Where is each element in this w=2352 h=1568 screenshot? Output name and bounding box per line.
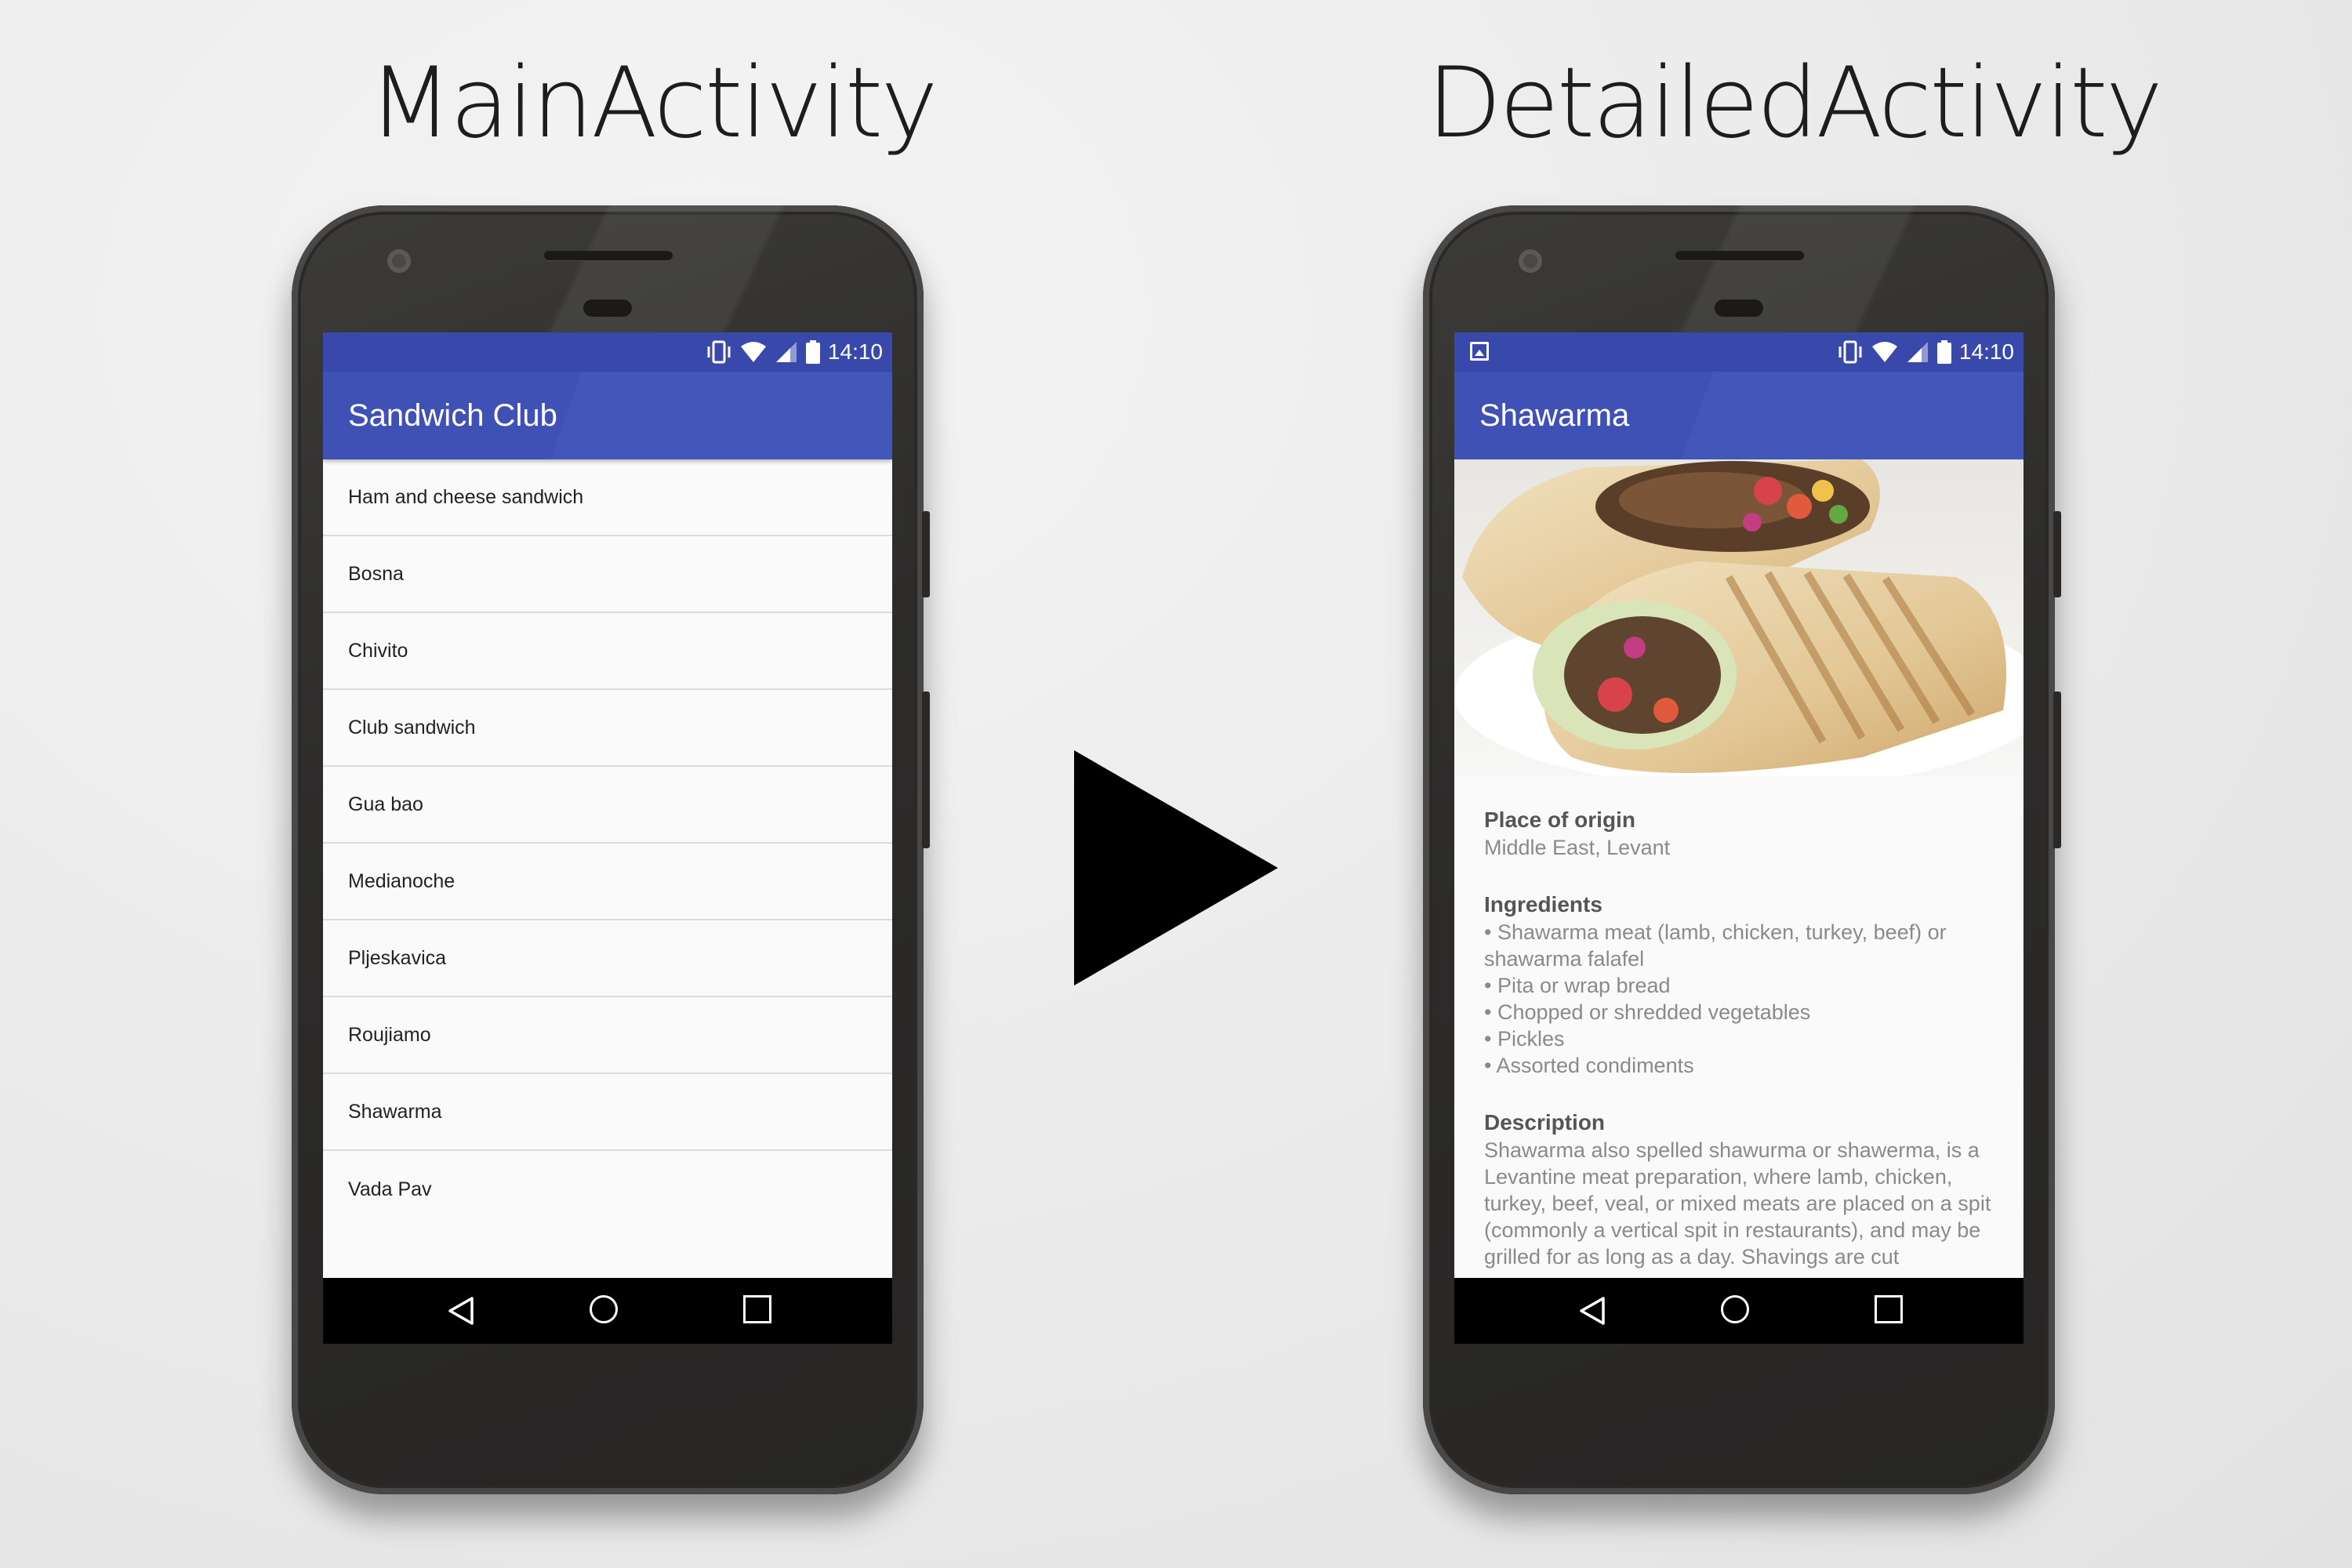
detail-content: Place of origin Middle East, Levant Ingr… bbox=[1454, 459, 2024, 1270]
navigation-bar bbox=[323, 1278, 892, 1344]
detail-title: Shawarma bbox=[1479, 398, 1630, 433]
vibrate-icon bbox=[1838, 340, 1862, 364]
list-item-label: Vada Pav bbox=[348, 1178, 432, 1200]
home-icon[interactable] bbox=[590, 1295, 618, 1323]
navigation-bar bbox=[1454, 1278, 2024, 1344]
list-item-label: Gua bao bbox=[348, 793, 423, 815]
play-arrow-icon bbox=[1074, 750, 1278, 985]
wifi-icon bbox=[1871, 342, 1897, 362]
sandwich-list: Ham and cheese sandwich Bosna Chivito Cl… bbox=[323, 459, 892, 1228]
ingredient-item: • Chopped or shredded vegetables bbox=[1484, 1000, 1811, 1024]
list-item-label: Pljeskavica bbox=[348, 946, 447, 969]
list-item[interactable]: Pljeskavica bbox=[323, 920, 892, 997]
list-item[interactable]: Ham and cheese sandwich bbox=[323, 459, 892, 536]
description-text: Shawarma also spelled shawurma or shawer… bbox=[1484, 1138, 1991, 1269]
recents-icon[interactable] bbox=[743, 1295, 771, 1323]
back-icon[interactable] bbox=[1577, 1295, 1608, 1327]
status-time: 14:10 bbox=[1958, 339, 2014, 364]
status-bar: 14:10 bbox=[1454, 332, 2024, 372]
earpiece-speaker bbox=[544, 251, 673, 260]
ingredient-item: • Pickles bbox=[1484, 1027, 1565, 1051]
list-item[interactable]: Bosna bbox=[323, 536, 892, 613]
power-button[interactable] bbox=[922, 511, 930, 597]
main-screen: 14:10 Sandwich Club Ham and cheese sandw… bbox=[323, 332, 892, 1344]
caption-detailed-activity: DetailedActivity bbox=[1427, 47, 2163, 160]
phone-main: 14:10 Sandwich Club Ham and cheese sandw… bbox=[292, 205, 930, 1494]
phone-detail: 14:10 Shawarma Place of origin Middle Ea… bbox=[1423, 205, 2061, 1494]
list-item[interactable]: Shawarma bbox=[323, 1074, 892, 1151]
list-item-label: Shawarma bbox=[348, 1100, 442, 1123]
status-time: 14:10 bbox=[827, 339, 883, 364]
list-item[interactable]: Club sandwich bbox=[323, 690, 892, 767]
list-item[interactable]: Vada Pav bbox=[323, 1151, 892, 1228]
proximity-sensor bbox=[583, 299, 632, 317]
volume-rocker[interactable] bbox=[2053, 691, 2061, 848]
battery-icon bbox=[805, 340, 820, 364]
signal-icon bbox=[1907, 342, 1928, 362]
battery-icon bbox=[1936, 340, 1951, 364]
description-label: Description bbox=[1484, 1110, 1606, 1134]
back-icon[interactable] bbox=[445, 1295, 477, 1327]
notification-image-icon bbox=[1470, 342, 1489, 361]
list-item[interactable]: Chivito bbox=[323, 613, 892, 690]
power-button[interactable] bbox=[2053, 511, 2061, 597]
list-item-label: Bosna bbox=[348, 562, 404, 585]
sandwich-image bbox=[1454, 459, 2024, 776]
signal-icon bbox=[775, 342, 797, 362]
list-item[interactable]: Medianoche bbox=[323, 844, 892, 920]
status-bar: 14:10 bbox=[323, 332, 892, 372]
ingredient-item: • Assorted condiments bbox=[1484, 1054, 1694, 1077]
list-item-label: Medianoche bbox=[348, 869, 456, 892]
app-bar: Shawarma bbox=[1454, 372, 2024, 459]
recents-icon[interactable] bbox=[1875, 1295, 1903, 1323]
app-bar: Sandwich Club bbox=[323, 372, 892, 459]
list-item[interactable]: Roujiamo bbox=[323, 997, 892, 1074]
front-camera bbox=[387, 249, 411, 273]
list-item-label: Club sandwich bbox=[348, 716, 476, 739]
list-item-label: Roujiamo bbox=[348, 1023, 431, 1046]
caption-main-activity: MainActivity bbox=[368, 47, 938, 160]
list-item-label: Chivito bbox=[348, 639, 408, 662]
detail-screen: 14:10 Shawarma Place of origin Middle Ea… bbox=[1454, 332, 2024, 1344]
home-icon[interactable] bbox=[1721, 1295, 1749, 1323]
ingredient-item: • Pita or wrap bread bbox=[1484, 974, 1671, 997]
list-item[interactable]: Gua bao bbox=[323, 767, 892, 844]
front-camera bbox=[1519, 249, 1542, 273]
app-title: Sandwich Club bbox=[348, 398, 557, 433]
ingredient-item: • Shawarma meat (lamb, chicken, turkey, … bbox=[1484, 920, 1947, 971]
wifi-icon bbox=[740, 342, 766, 362]
origin-label: Place of origin bbox=[1484, 808, 1635, 832]
volume-rocker[interactable] bbox=[922, 691, 930, 848]
vibrate-icon bbox=[707, 340, 731, 364]
proximity-sensor bbox=[1715, 299, 1763, 317]
ingredients-label: Ingredients bbox=[1484, 892, 1602, 916]
origin-value: Middle East, Levant bbox=[1484, 836, 1671, 859]
list-item-label: Ham and cheese sandwich bbox=[348, 485, 584, 508]
earpiece-speaker bbox=[1675, 251, 1804, 260]
ingredients-list: • Shawarma meat (lamb, chicken, turkey, … bbox=[1484, 919, 1994, 1079]
